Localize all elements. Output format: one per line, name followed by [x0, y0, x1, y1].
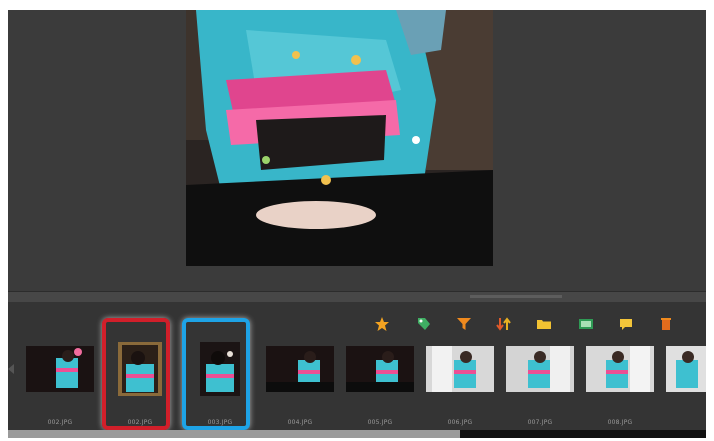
thumbnail-label: 007.JPG	[527, 419, 553, 426]
scroll-left-icon[interactable]	[8, 364, 14, 374]
thumbnail-label: 008.JPG	[607, 419, 633, 426]
comment-icon[interactable]	[618, 316, 634, 332]
sort-icon[interactable]	[496, 316, 512, 332]
splitter-grip[interactable]	[470, 295, 562, 298]
filmstrip: 002.JPG 002.JPG 003.JPG 004.JPG 005.JPG …	[8, 302, 706, 438]
thumbnail[interactable]	[266, 342, 334, 396]
filmstrip-scrollbar[interactable]	[8, 430, 706, 438]
thumbnail[interactable]	[346, 342, 414, 396]
photo-viewer-window: 002.JPG 002.JPG 003.JPG 004.JPG 005.JPG …	[8, 10, 706, 438]
trash-icon[interactable]	[658, 316, 674, 332]
thumbnail-label: 006.JPG	[447, 419, 473, 426]
main-photo	[186, 10, 493, 266]
folder-icon[interactable]	[536, 316, 552, 332]
thumbnail[interactable]	[426, 342, 494, 396]
slideshow-icon[interactable]	[578, 316, 594, 332]
thumbnail-label: 005.JPG	[367, 419, 393, 426]
thumbnail-label: 003.JPG	[207, 419, 233, 426]
thumbnail[interactable]	[586, 342, 654, 396]
thumbnail[interactable]	[106, 342, 174, 396]
star-icon[interactable]	[374, 316, 390, 332]
preview-area	[8, 10, 706, 293]
thumbnail[interactable]	[506, 342, 574, 396]
thumbnail[interactable]	[666, 342, 706, 396]
thumbnail-label: 002.JPG	[47, 419, 73, 426]
tag-icon[interactable]	[416, 316, 432, 332]
filter-icon[interactable]	[456, 316, 472, 332]
thumbnail-label: 004.JPG	[287, 419, 313, 426]
scrollbar-thumb[interactable]	[8, 430, 460, 438]
thumbnail-label: 002.JPG	[127, 419, 153, 426]
thumbnail[interactable]	[26, 342, 94, 396]
thumbnail[interactable]	[186, 342, 254, 396]
